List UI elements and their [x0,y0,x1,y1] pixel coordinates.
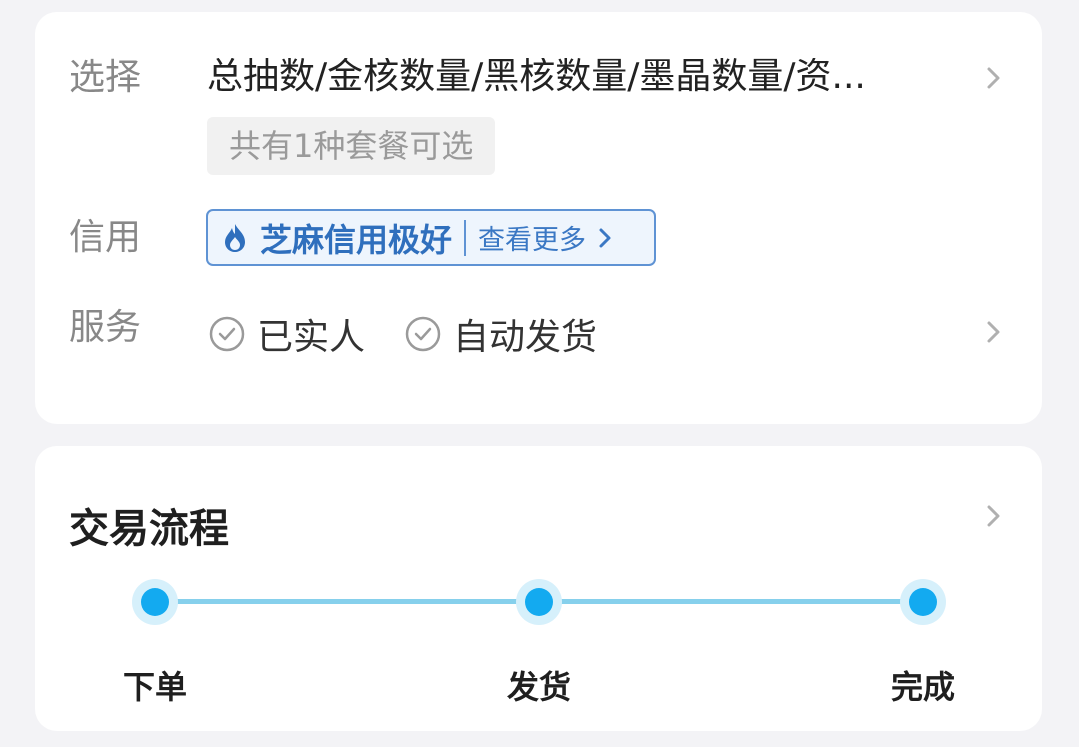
service-item-label: 已实人 [257,317,366,358]
credit-badge[interactable]: 芝麻信用极好 查看更多 [206,209,656,266]
service-item-auto-delivery: 自动发货 [405,308,597,360]
flow-step-label: 完成 [890,668,955,706]
service-item-verified: 已实人 [209,308,365,360]
service-chevron-right-icon[interactable] [979,318,1007,346]
flow-step-dot [900,579,946,625]
flame-icon [222,223,248,253]
select-label: 选择 [69,57,142,98]
credit-chevron-right-icon [594,226,616,250]
combo-count-tag: 共有1种套餐可选 [207,117,496,175]
credit-label: 信用 [69,217,142,258]
credit-rating-text: 芝麻信用极好 [260,220,453,259]
flow-step-dot [132,579,178,625]
flow-connector-line [155,599,540,604]
flow-chevron-right-icon[interactable] [979,502,1007,530]
flow-connector-line [540,599,923,604]
service-label: 服务 [69,307,142,348]
credit-divider [464,219,467,256]
flow-step-label: 下单 [122,668,187,706]
credit-view-more-link[interactable]: 查看更多 [478,218,586,257]
select-value[interactable]: 总抽数/金核数量/黑核数量/墨晶数量/资... [207,58,967,96]
flow-step-label: 发货 [506,668,571,706]
trade-flow-card[interactable]: 交易流程 下单 发货 完成 [35,446,1042,731]
check-circle-icon [209,316,245,352]
flow-title: 交易流程 [69,506,229,552]
select-chevron-right-icon[interactable] [979,64,1007,92]
product-info-card: 选择 总抽数/金核数量/黑核数量/墨晶数量/资... 共有1种套餐可选 信用 芝… [35,12,1042,424]
flow-step-dot [516,579,562,625]
check-circle-icon [405,316,441,352]
service-item-label: 自动发货 [453,317,598,358]
